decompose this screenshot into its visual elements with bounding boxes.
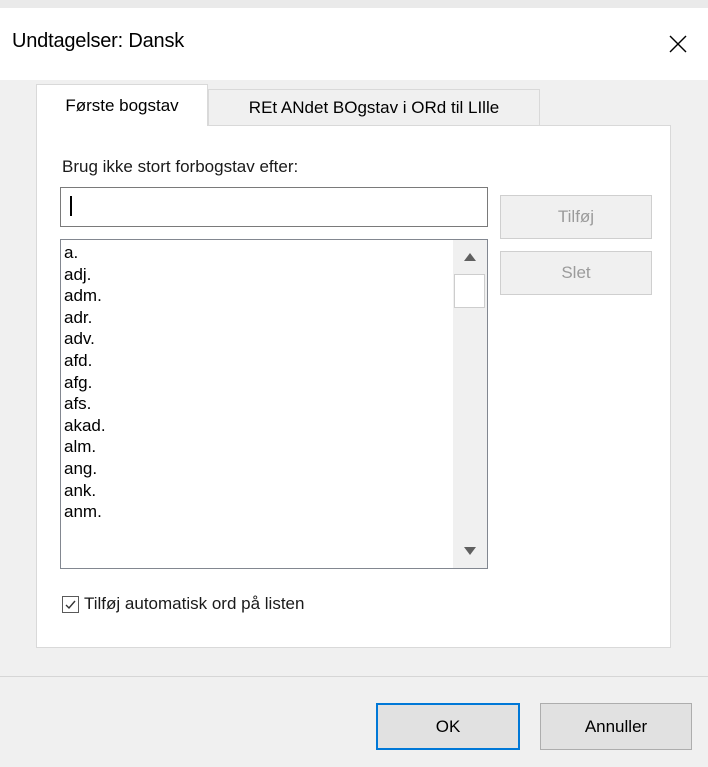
close-button[interactable] <box>648 8 708 80</box>
cancel-button-label: Annuller <box>584 716 648 736</box>
list-item[interactable]: adr. <box>64 307 452 329</box>
no-capitalize-after-label: Brug ikke stort forbogstav efter: <box>62 157 299 176</box>
list-item[interactable]: adv. <box>64 328 452 350</box>
list-item[interactable]: ang. <box>64 458 452 480</box>
arrow-up-icon <box>464 253 476 261</box>
list-item[interactable]: alm. <box>64 436 452 458</box>
scroll-down-button[interactable] <box>453 534 487 568</box>
exception-input[interactable] <box>60 187 488 227</box>
delete-button[interactable]: Slet <box>500 251 652 295</box>
footer-separator <box>0 676 708 677</box>
vertical-scrollbar[interactable] <box>453 240 487 568</box>
close-icon <box>669 35 687 53</box>
list-item[interactable]: afs. <box>64 393 452 415</box>
scrollbar-thumb[interactable] <box>454 274 485 308</box>
list-item[interactable]: akad. <box>64 415 452 437</box>
list-item[interactable]: a. <box>64 242 452 264</box>
list-item[interactable]: ank. <box>64 480 452 502</box>
arrow-down-icon <box>464 547 476 555</box>
list-item[interactable]: adm. <box>64 285 452 307</box>
list-item[interactable]: anm. <box>64 501 452 523</box>
add-button-label: Tilføj <box>557 207 595 226</box>
add-button[interactable]: Tilføj <box>500 195 652 239</box>
tab-two-initial-caps[interactable]: REt ANdet BOgstav i ORd til LIlle <box>208 89 540 126</box>
cancel-button[interactable]: Annuller <box>540 703 692 750</box>
background-strip <box>0 0 708 8</box>
tab-two-initial-caps-label: REt ANdet BOgstav i ORd til LIlle <box>248 98 500 117</box>
text-caret <box>70 196 72 216</box>
tab-first-letter-label: Første bogstav <box>65 95 179 115</box>
ok-button[interactable]: OK <box>376 703 520 750</box>
list-item[interactable]: afg. <box>64 372 452 394</box>
auto-add-label: Tilføj automatisk ord på listen <box>84 594 305 613</box>
list-item[interactable]: afd. <box>64 350 452 372</box>
checkmark-icon <box>65 600 76 609</box>
scroll-up-button[interactable] <box>453 240 487 274</box>
delete-button-label: Slet <box>561 263 591 282</box>
auto-add-checkbox[interactable] <box>62 595 79 613</box>
list-item[interactable]: adj. <box>64 264 452 286</box>
exceptions-list[interactable]: a. adj. adm. adr. adv. afd. afg. afs. ak… <box>60 239 488 569</box>
ok-button-label: OK <box>435 716 461 736</box>
exceptions-list-items: a. adj. adm. adr. adv. afd. afg. afs. ak… <box>64 242 452 523</box>
auto-add-checkbox-row[interactable]: Tilføj automatisk ord på listen <box>62 594 304 614</box>
dialog-title: Undtagelser: Dansk <box>12 30 185 52</box>
tab-first-letter[interactable]: Første bogstav <box>36 84 208 126</box>
title-bar: Undtagelser: Dansk <box>0 8 708 80</box>
